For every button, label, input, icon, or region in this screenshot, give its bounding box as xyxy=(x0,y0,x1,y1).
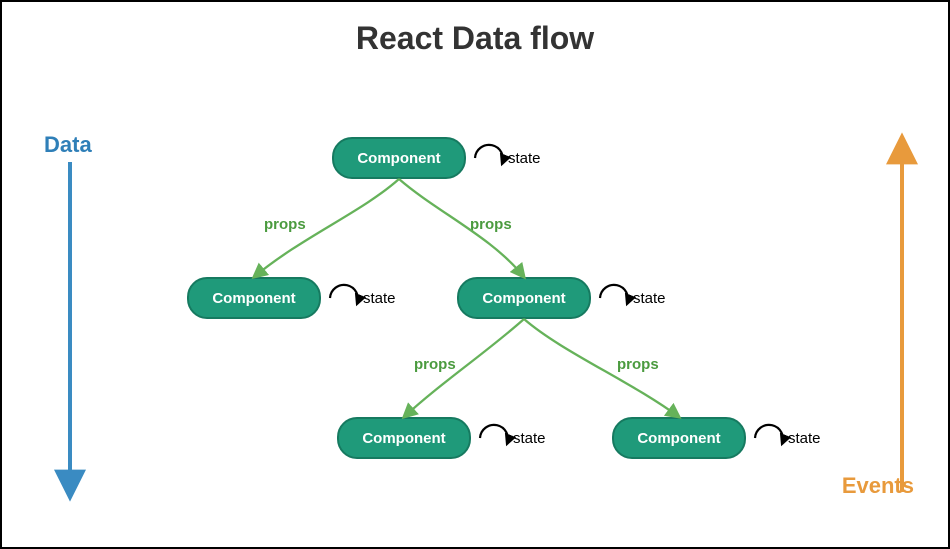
state-loop-icon xyxy=(480,425,508,444)
props-label-4: props xyxy=(617,356,659,373)
state-label-l2b: state xyxy=(633,290,666,307)
component-node-l3a: Component xyxy=(337,417,471,459)
component-node-root: Component xyxy=(332,137,466,179)
data-flow-label: Data xyxy=(44,132,92,158)
state-label-l3b: state xyxy=(788,430,821,447)
state-label-l2a: state xyxy=(363,290,396,307)
state-loop-icon xyxy=(600,285,628,304)
state-label-l3a: state xyxy=(513,430,546,447)
diagram-title: React Data flow xyxy=(2,20,948,57)
state-label-root: state xyxy=(508,150,541,167)
diagram-svg-overlay xyxy=(2,2,950,549)
component-node-l2a: Component xyxy=(187,277,321,319)
events-flow-label: Events xyxy=(842,473,914,499)
props-label-1: props xyxy=(264,216,306,233)
props-label-3: props xyxy=(414,356,456,373)
component-node-l3b: Component xyxy=(612,417,746,459)
state-loop-icon xyxy=(330,285,358,304)
props-label-2: props xyxy=(470,216,512,233)
state-loop-icon xyxy=(475,145,503,164)
state-loop-icon xyxy=(755,425,783,444)
component-node-l2b: Component xyxy=(457,277,591,319)
diagram-frame: React Data flow Data Events Component Co… xyxy=(0,0,950,549)
